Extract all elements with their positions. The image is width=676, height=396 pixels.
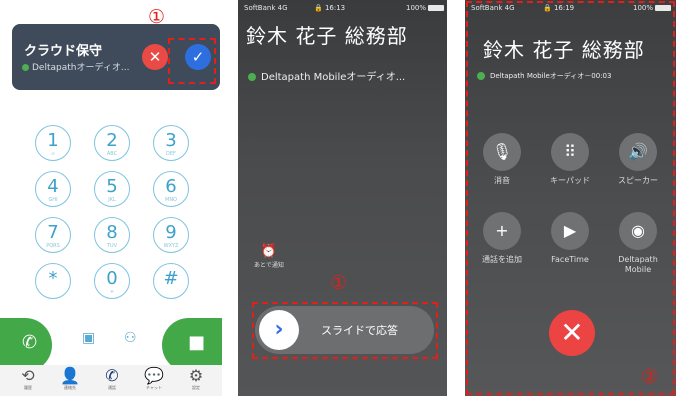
key-8[interactable]: 8 TUV (94, 217, 130, 253)
highlight-box-screen (466, 1, 675, 395)
panel-ios-incoming: SoftBank 4G 🔒 16:13 100% 鈴木 花子 総務部 Delta… (238, 0, 447, 396)
marker-2: ② (641, 366, 659, 388)
call-button[interactable]: ✆ (0, 318, 52, 372)
key-letters: DEF (166, 151, 176, 157)
slider-label: スライドで応答 (321, 324, 398, 337)
key-letters: WXYZ (163, 243, 179, 249)
key-7[interactable]: 7 PQRS (35, 217, 71, 253)
key-letters: PQRS (46, 243, 60, 249)
remind-label: あとで通知 (254, 262, 284, 269)
carrier-label: SoftBank 4G (244, 4, 288, 12)
key-digit: # (163, 268, 179, 289)
decline-button[interactable]: ✕ (142, 44, 168, 70)
status-bar: SoftBank 4G 🔒 16:13 100% (244, 4, 444, 12)
key-digit: 6 (165, 176, 177, 197)
battery-text: 100% (405, 4, 426, 12)
key-letters: TUV (106, 243, 118, 249)
gear-icon: ⚙ (188, 366, 204, 385)
key-digit: 0 (106, 268, 118, 289)
app-audio-line: Deltapath Mobileオーディオ... (248, 68, 405, 83)
chevron-right-icon[interactable]: › (259, 310, 299, 350)
group-icon[interactable]: ⚇ (124, 330, 137, 346)
app-dot-icon (22, 64, 29, 71)
battery-icon (428, 5, 444, 11)
tab-history[interactable]: ⟲ 履歴 (8, 367, 48, 391)
tab-chat[interactable]: 💬 チャット (134, 367, 174, 391)
caller-name: 鈴木 花子 総務部 (246, 24, 408, 48)
key-digit: 2 (106, 130, 118, 151)
panel-app-incoming: クラウド保守 Deltapathオーディオ... ✕ ✓ ① 1 ∞ 2 ABC 3… (0, 0, 222, 396)
tab-calls[interactable]: ✆ 通話 (92, 367, 132, 391)
key-digit: 1 (47, 130, 59, 151)
key-2[interactable]: 2 ABC (94, 125, 130, 161)
key-letters: ABC (106, 151, 118, 157)
video-call-button[interactable]: ■ (162, 318, 222, 372)
key-letters: ∞ (50, 151, 56, 157)
contacts-icon: 👤 (60, 366, 80, 385)
tab-label: 設定 (192, 385, 200, 390)
chat-icon: 💬 (144, 366, 164, 385)
remind-later-button[interactable]: ⏰ あとで通知 (254, 244, 284, 269)
tab-label: 連絡先 (64, 385, 76, 390)
marker-1: ① (148, 6, 166, 28)
lock-icon: 🔒 (314, 4, 323, 12)
key-digit: 3 (165, 130, 177, 151)
app-audio-text: Deltapath Mobileオーディオ... (261, 72, 406, 83)
banner-title: クラウド保守 (24, 44, 103, 59)
marker-1: ① (330, 272, 348, 294)
battery-indicator: 100% (406, 4, 444, 12)
banner-subtitle-text: Deltapathオーディオ... (32, 63, 130, 73)
key-letters: MNO (165, 197, 177, 203)
phone-icon: ✆ (22, 332, 38, 353)
tab-contacts[interactable]: 👤 連絡先 (50, 367, 90, 391)
key-letters: + (109, 289, 115, 295)
contact-card-icon[interactable]: ▣ (82, 330, 95, 346)
key-letters: GHI (48, 197, 58, 203)
bottom-tab-bar: ⟲ 履歴 👤 連絡先 ✆ 通話 💬 チャット ⚙ 設定 (0, 365, 222, 396)
panel-ios-in-call: SoftBank 4G 🔒 16:19 100% 鈴木 花子 総務部 Delta… (465, 0, 676, 396)
key-5[interactable]: 5 JKL (94, 171, 130, 207)
history-icon: ⟲ (21, 366, 35, 385)
key-digit: 5 (106, 176, 118, 197)
tab-label: チャット (146, 385, 162, 390)
key-6[interactable]: 6 MNO (153, 171, 189, 207)
status-time: 🔒 16:13 (314, 4, 345, 12)
key-digit: 9 (165, 222, 177, 243)
key-4[interactable]: 4 GHI (35, 171, 71, 207)
tab-label: 履歴 (24, 385, 32, 390)
key-hash[interactable]: # (153, 263, 189, 299)
time-text: 16:13 (324, 4, 346, 12)
key-letters: JKL (108, 197, 116, 203)
tab-settings[interactable]: ⚙ 設定 (176, 367, 216, 391)
tab-label: 通話 (108, 385, 116, 390)
key-digit: * (48, 268, 58, 289)
slide-to-answer[interactable]: › スライドで応答 (255, 306, 434, 354)
app-dot-icon (248, 73, 256, 81)
video-camera-icon: ■ (188, 332, 206, 353)
key-1[interactable]: 1 ∞ (35, 125, 71, 161)
key-digit: 7 (47, 222, 59, 243)
phone-icon: ✆ (105, 366, 119, 385)
key-digit: 4 (47, 176, 59, 197)
key-digit: 8 (106, 222, 118, 243)
key-3[interactable]: 3 DEF (153, 125, 189, 161)
banner-subtitle: Deltapathオーディオ... (22, 60, 152, 73)
key-star[interactable]: * (35, 263, 71, 299)
key-9[interactable]: 9 WXYZ (153, 217, 189, 253)
key-0[interactable]: 0 + (94, 263, 130, 299)
alarm-clock-icon: ⏰ (260, 244, 277, 259)
highlight-box-accept (168, 38, 216, 84)
